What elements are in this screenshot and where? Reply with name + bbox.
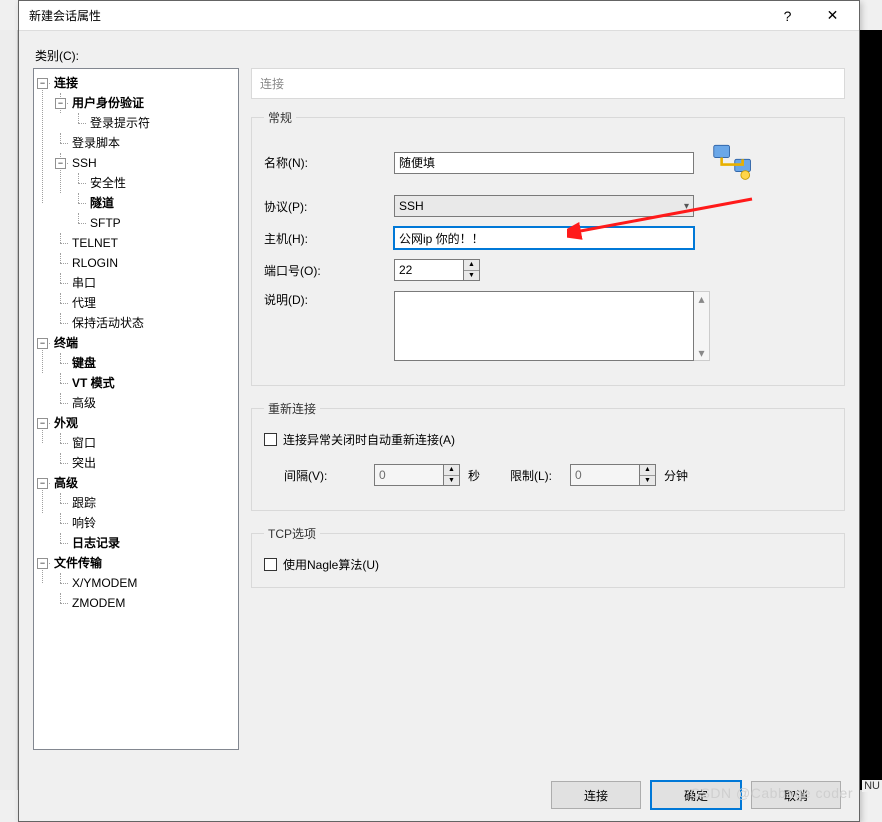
tree-security[interactable]: 安全性 — [70, 173, 238, 193]
collapse-icon[interactable]: − — [37, 78, 48, 89]
collapse-icon[interactable]: − — [37, 338, 48, 349]
interval-label: 间隔(V): — [284, 467, 374, 484]
tree-bell[interactable]: 响铃 — [52, 513, 238, 533]
interval-input — [374, 464, 444, 486]
spin-up-icon[interactable]: ▲ — [464, 260, 479, 271]
settings-panel: 连接 常规 名称(N): 协议(P): — [239, 68, 845, 750]
host-input[interactable] — [394, 227, 694, 249]
collapse-icon[interactable]: − — [55, 158, 66, 169]
seconds-label: 秒 — [468, 467, 480, 484]
panel-header: 连接 — [251, 68, 845, 99]
port-input[interactable] — [394, 259, 464, 281]
tree-advanced[interactable]: −高级 跟踪 响铃 日志记录 — [34, 473, 238, 553]
tree-rlogin[interactable]: RLOGIN — [52, 253, 238, 273]
tree-terminal[interactable]: −终端 键盘 VT 模式 高级 — [34, 333, 238, 413]
spin-down-icon[interactable]: ▼ — [464, 271, 479, 281]
watermark-text: CSDN @Cabbage coder — [690, 785, 853, 801]
chevron-down-icon: ▾ — [684, 201, 689, 212]
port-spinner[interactable]: ▲▼ — [394, 259, 480, 281]
interval-spinner: ▲▼ — [374, 464, 460, 486]
protocol-select[interactable]: SSH ▾ — [394, 195, 694, 217]
tree-login-script[interactable]: 登录脚本 — [52, 133, 238, 153]
spin-down-icon: ▼ — [640, 476, 655, 486]
limit-spinner: ▲▼ — [570, 464, 656, 486]
collapse-icon[interactable]: − — [37, 418, 48, 429]
spin-down-icon: ▼ — [444, 476, 459, 486]
app-background-right — [860, 30, 882, 790]
protocol-label: 协议(P): — [264, 198, 394, 215]
tree-login-prompt[interactable]: 登录提示符 — [70, 113, 238, 133]
name-input[interactable] — [394, 152, 694, 174]
name-label: 名称(N): — [264, 154, 394, 171]
reconnect-checkbox-label: 连接异常关闭时自动重新连接(A) — [283, 431, 455, 448]
tree-keepalive[interactable]: 保持活动状态 — [52, 313, 238, 333]
spin-up-icon: ▲ — [444, 465, 459, 476]
tree-connection[interactable]: −连接 −用户身份验证 登录提示符 登录脚本 −SSH 安全性 隧道 SFTP — [34, 73, 238, 333]
close-button[interactable]: ✕ — [810, 1, 855, 31]
tree-auth[interactable]: −用户身份验证 登录提示符 — [52, 93, 238, 133]
tree-logging[interactable]: 日志记录 — [52, 533, 238, 553]
limit-label: 限制(L): — [510, 467, 570, 484]
collapse-icon[interactable]: − — [37, 558, 48, 569]
tree-sftp[interactable]: SFTP — [70, 213, 238, 233]
tree-filetransfer[interactable]: −文件传输 X/YMODEM ZMODEM — [34, 553, 238, 613]
textarea-scrollbar[interactable]: ▴▾ — [694, 291, 710, 361]
network-icon — [712, 140, 754, 185]
tree-telnet[interactable]: TELNET — [52, 233, 238, 253]
protocol-value: SSH — [399, 199, 424, 213]
tcp-group: TCP选项 使用Nagle算法(U) — [251, 525, 845, 588]
collapse-icon[interactable]: − — [37, 478, 48, 489]
tree-trace[interactable]: 跟踪 — [52, 493, 238, 513]
host-label: 主机(H): — [264, 230, 394, 247]
tree-term-advanced[interactable]: 高级 — [52, 393, 238, 413]
minutes-label: 分钟 — [664, 467, 688, 484]
tree-proxy[interactable]: 代理 — [52, 293, 238, 313]
corner-text: NU — [862, 780, 882, 792]
description-input[interactable] — [394, 291, 694, 361]
tree-appearance[interactable]: −外观 窗口 突出 — [34, 413, 238, 473]
help-button[interactable]: ? — [765, 1, 810, 31]
reconnect-legend: 重新连接 — [264, 400, 320, 417]
reconnect-checkbox[interactable] — [264, 433, 277, 446]
limit-input — [570, 464, 640, 486]
spin-up-icon: ▲ — [640, 465, 655, 476]
tcp-legend: TCP选项 — [264, 525, 320, 542]
nagle-checkbox-label: 使用Nagle算法(U) — [283, 556, 379, 573]
reconnect-group: 重新连接 连接异常关闭时自动重新连接(A) 间隔(V): ▲▼ 秒 限制(L): — [251, 400, 845, 511]
tree-highlight[interactable]: 突出 — [52, 453, 238, 473]
tree-zmodem[interactable]: ZMODEM — [52, 593, 238, 613]
window-title: 新建会话属性 — [29, 7, 765, 24]
category-tree[interactable]: −连接 −用户身份验证 登录提示符 登录脚本 −SSH 安全性 隧道 SFTP — [33, 68, 239, 750]
tree-tunnel[interactable]: 隧道 — [70, 193, 238, 213]
port-label: 端口号(O): — [264, 262, 394, 279]
nagle-checkbox[interactable] — [264, 558, 277, 571]
tree-window[interactable]: 窗口 — [52, 433, 238, 453]
tree-keyboard[interactable]: 键盘 — [52, 353, 238, 373]
general-legend: 常规 — [264, 109, 296, 126]
app-background-left — [0, 30, 18, 790]
category-label: 类别(C): — [35, 47, 845, 64]
general-group: 常规 名称(N): 协议(P): SSH — [251, 109, 845, 386]
tree-xymodem[interactable]: X/YMODEM — [52, 573, 238, 593]
tree-ssh[interactable]: −SSH 安全性 隧道 SFTP — [52, 153, 238, 233]
dialog-new-session: 新建会话属性 ? ✕ 类别(C): −连接 −用户身份验证 登录提示符 登录脚本… — [18, 0, 860, 822]
desc-label: 说明(D): — [264, 291, 394, 308]
tree-serial[interactable]: 串口 — [52, 273, 238, 293]
collapse-icon[interactable]: − — [55, 98, 66, 109]
connect-button[interactable]: 连接 — [551, 781, 641, 809]
tree-vtmode[interactable]: VT 模式 — [52, 373, 238, 393]
titlebar: 新建会话属性 ? ✕ — [19, 1, 859, 31]
